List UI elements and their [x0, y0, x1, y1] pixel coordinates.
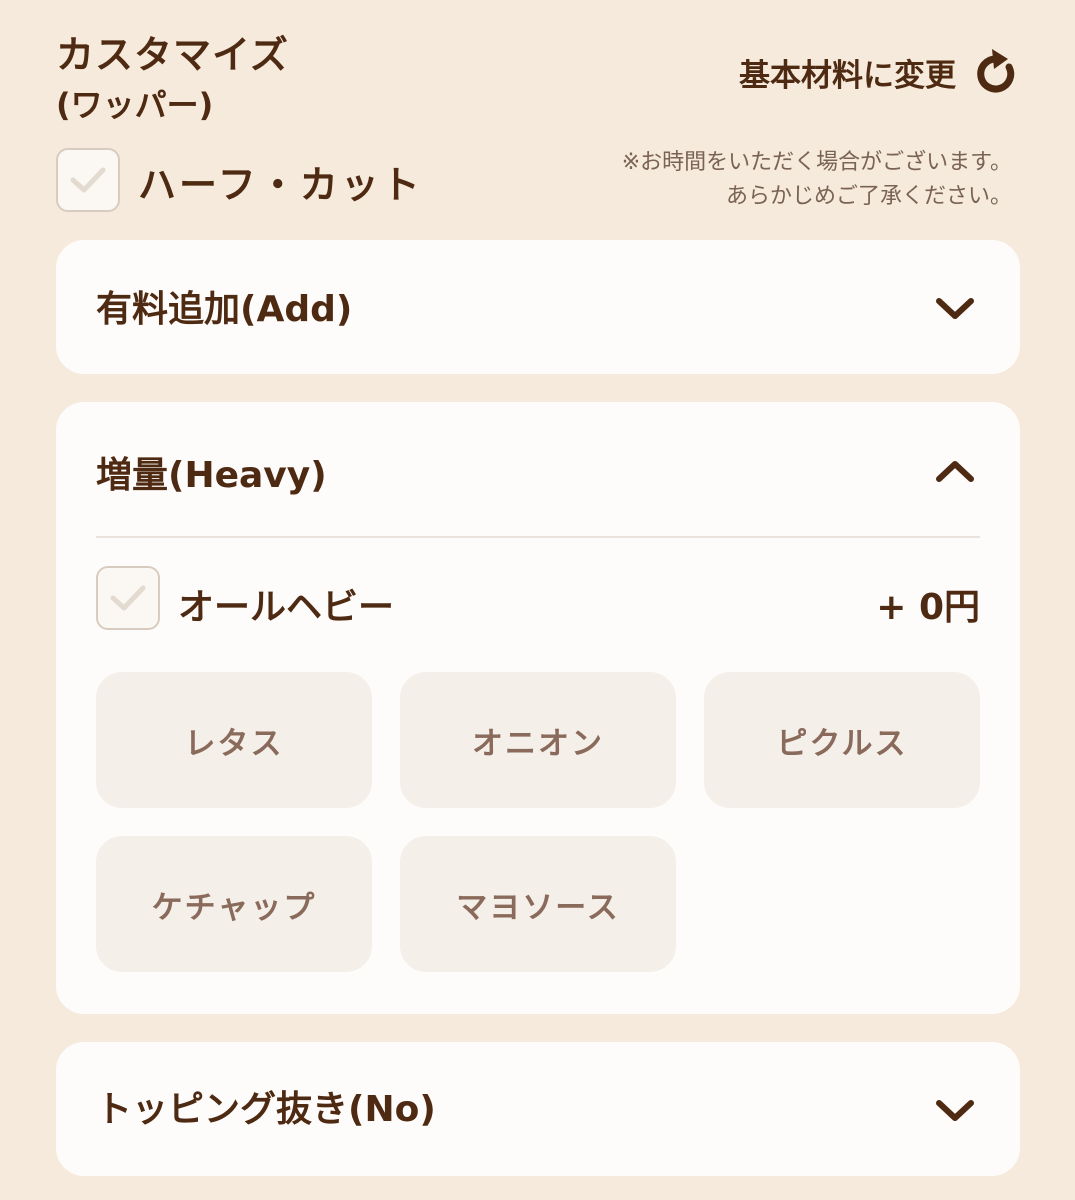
- all-heavy-checkbox[interactable]: [96, 566, 160, 630]
- half-cut-checkbox[interactable]: [56, 148, 120, 212]
- time-notice: ※お時間をいただく場合がございます。 あらかじめご了承ください。: [622, 146, 1012, 214]
- section-heavy-header[interactable]: 増量(Heavy): [56, 402, 1020, 536]
- heavy-option-pickles[interactable]: ピクルス: [704, 672, 980, 808]
- reset-label: 基本材料に変更: [739, 57, 956, 94]
- reset-to-basic-button[interactable]: 基本材料に変更: [739, 42, 1020, 102]
- chevron-up-icon: [930, 446, 980, 496]
- customize-page: カスタマイズ (ワッパー) 基本材料に変更 ハーフ・カット ※お時間をいただく場…: [0, 0, 1075, 1200]
- section-add: 有料追加(Add): [56, 240, 1020, 374]
- section-heavy: 増量(Heavy) オールヘビー + 0円 レタス オニオン ピクルス ケチャッ…: [56, 402, 1020, 1014]
- half-cut-label: ハーフ・カット: [138, 163, 423, 207]
- heavy-option-mayo[interactable]: マヨソース: [400, 836, 676, 972]
- notice-line-1: ※お時間をいただく場合がございます。: [621, 150, 1012, 175]
- check-icon: [110, 585, 146, 611]
- section-add-title: 有料追加(Add): [96, 289, 353, 330]
- half-cut-row: ハーフ・カット ※お時間をいただく場合がございます。 あらかじめご了承ください。: [56, 146, 1020, 216]
- check-icon: [70, 167, 106, 193]
- refresh-icon: [970, 47, 1020, 97]
- chevron-down-icon: [930, 284, 980, 334]
- all-heavy-label: オールヘビー: [178, 587, 395, 628]
- notice-line-2: あらかじめご了承ください。: [725, 184, 1012, 209]
- section-heavy-title: 増量(Heavy): [96, 455, 327, 496]
- chevron-down-icon: [930, 1086, 980, 1136]
- heavy-option-lettuce[interactable]: レタス: [96, 672, 372, 808]
- section-divider: [96, 536, 980, 538]
- section-add-header[interactable]: 有料追加(Add): [56, 240, 1020, 374]
- section-no-title: トッピング抜き(No): [96, 1089, 436, 1130]
- heavy-option-onion[interactable]: オニオン: [400, 672, 676, 808]
- heavy-option-ketchup[interactable]: ケチャップ: [96, 836, 372, 972]
- section-no-header[interactable]: トッピング抜き(No): [56, 1042, 1020, 1176]
- section-no: トッピング抜き(No): [56, 1042, 1020, 1176]
- header: カスタマイズ (ワッパー) 基本材料に変更: [56, 24, 1020, 124]
- all-heavy-row: オールヘビー + 0円: [96, 566, 980, 632]
- page-title: カスタマイズ: [56, 33, 289, 77]
- all-heavy-price: + 0円: [876, 587, 980, 628]
- page-subtitle: (ワッパー): [56, 86, 214, 124]
